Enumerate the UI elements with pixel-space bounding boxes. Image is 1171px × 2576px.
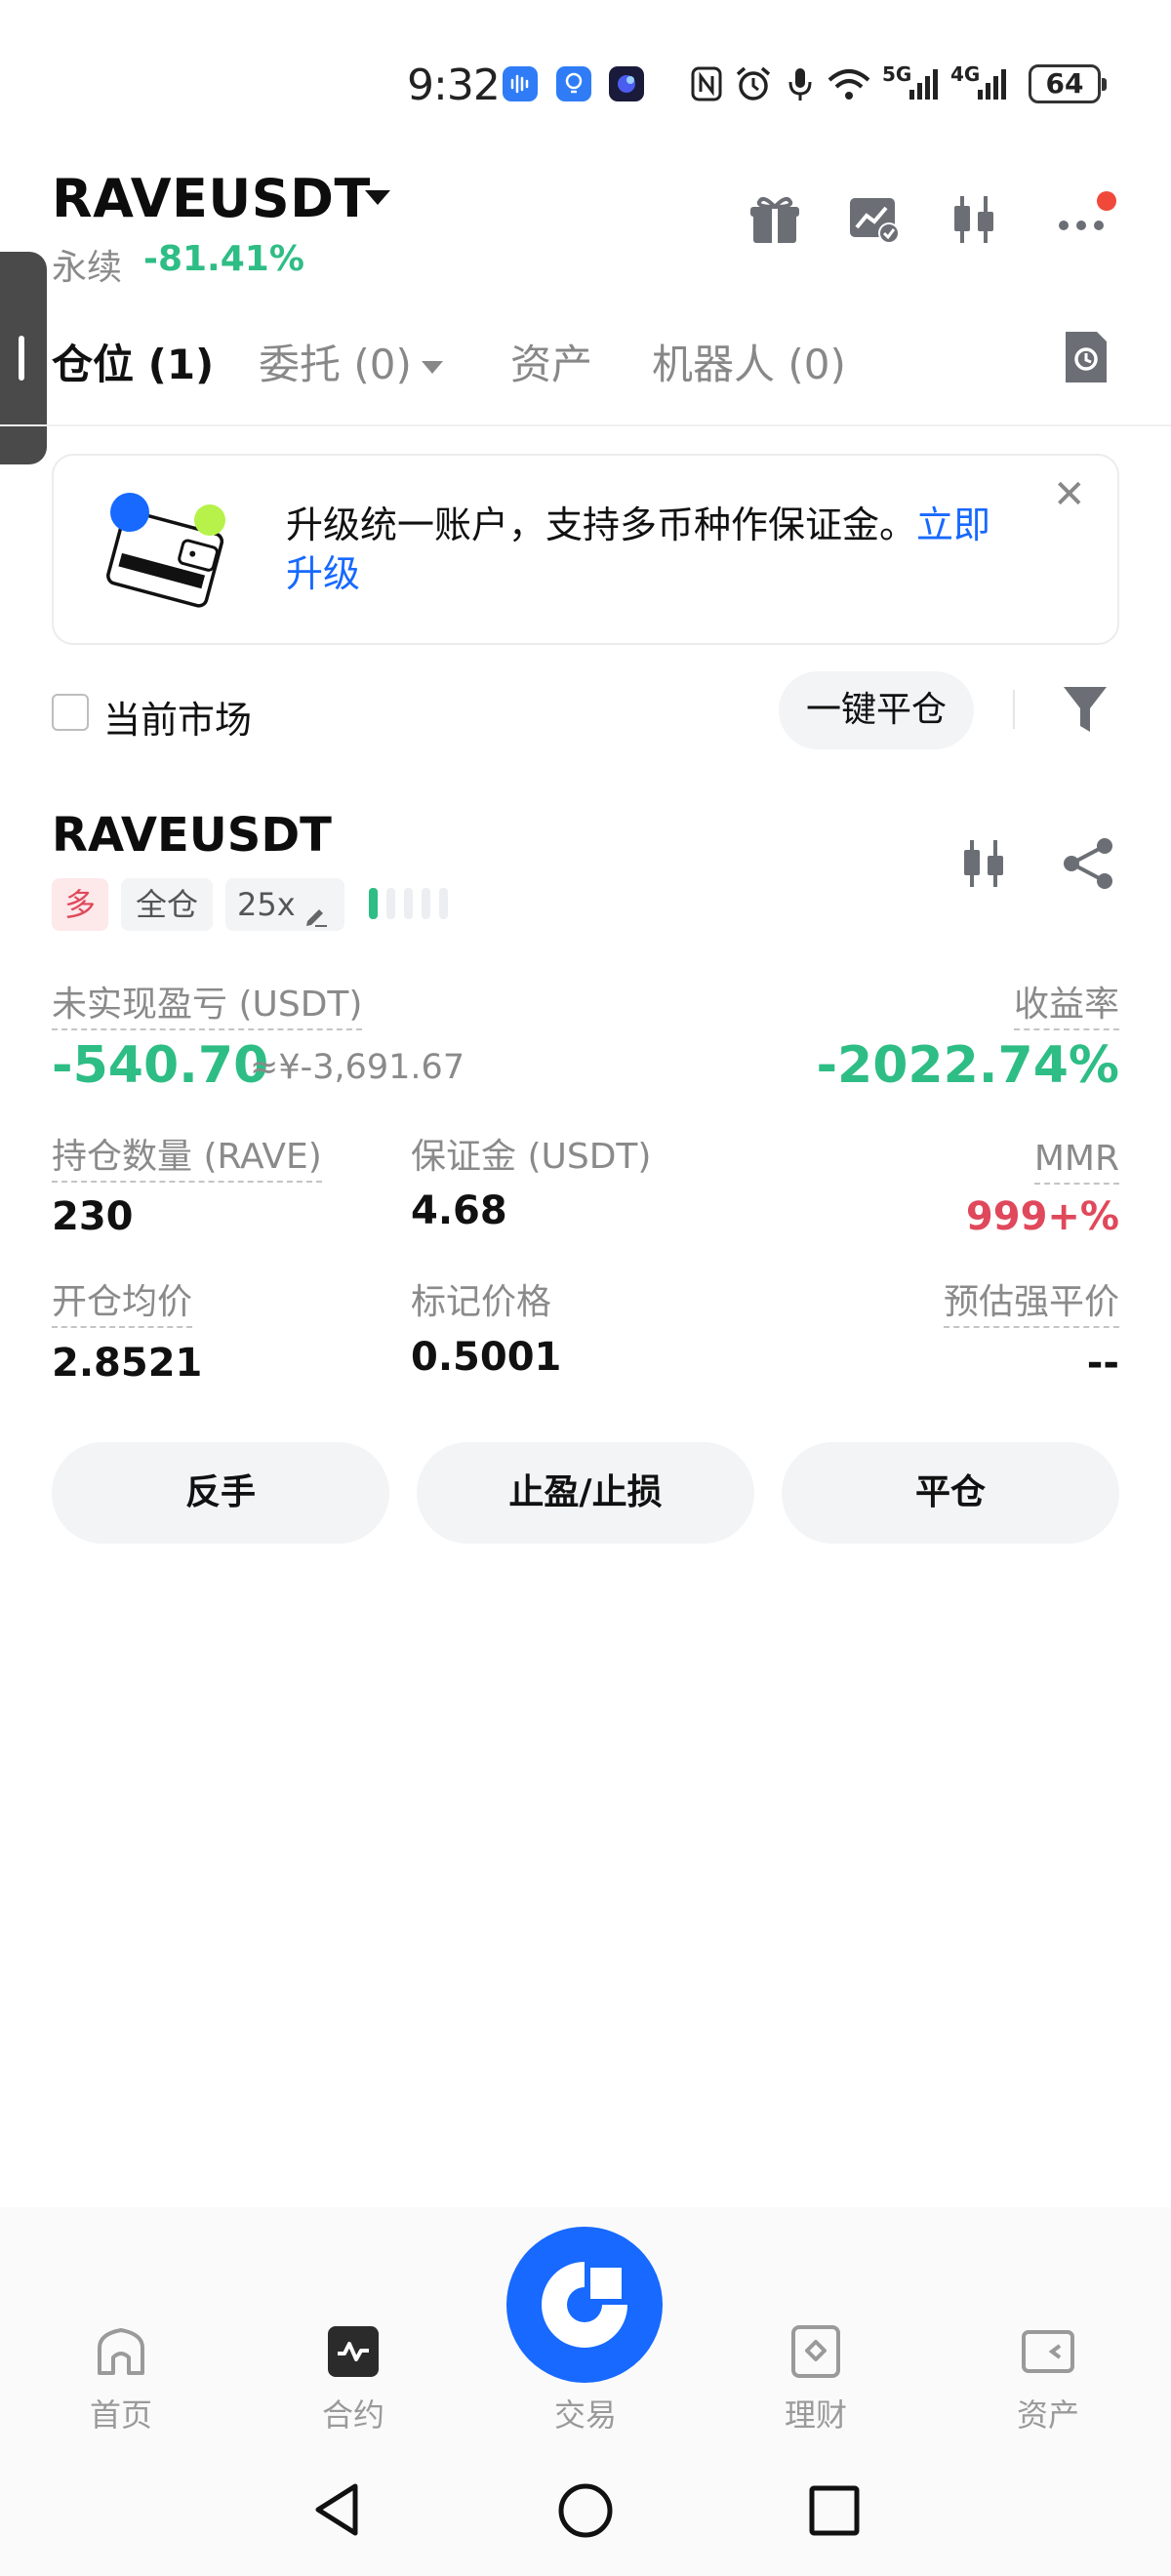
- tab-bots[interactable]: 机器人 (0): [652, 332, 846, 391]
- tab-orders[interactable]: 委托 (0): [259, 332, 443, 391]
- mark-price-label: 标记价格: [411, 1282, 552, 1322]
- notification-dot: [1097, 191, 1116, 211]
- tab-orders-label: 委托 (0): [259, 341, 412, 388]
- position-symbol[interactable]: RAVEUSDT: [52, 808, 332, 863]
- mmr-value: 999+%: [965, 1194, 1119, 1239]
- trade-button[interactable]: [506, 2227, 663, 2383]
- mark-price-value: 0.5001: [411, 1335, 562, 1380]
- upgrade-banner[interactable]: 升级统一账户，支持多币种作保证金。立即升级 ✕: [52, 454, 1119, 645]
- contract-type-label: 永续: [52, 248, 123, 288]
- system-navigation-bar: [0, 2439, 1171, 2576]
- entry-price-label[interactable]: 开仓均价: [52, 1281, 193, 1328]
- risk-level-segment: [369, 888, 378, 919]
- mmr-label[interactable]: MMR: [1033, 1138, 1119, 1185]
- liq-price-label[interactable]: 预估强平价: [943, 1281, 1119, 1328]
- candlestick-icon[interactable]: [945, 190, 1003, 249]
- gift-icon[interactable]: [746, 190, 804, 249]
- nfc-icon: [689, 64, 724, 112]
- leverage-value: 25x: [237, 886, 296, 923]
- status-bar: 9:32 5G 4G 64: [0, 0, 1171, 166]
- battery-indicator: 64: [1029, 64, 1107, 103]
- roe-value: -2022.74%: [816, 1036, 1119, 1095]
- position-size-value: 230: [52, 1194, 134, 1239]
- alarm-icon: [734, 64, 773, 112]
- symbol-dropdown-icon[interactable]: [365, 190, 390, 205]
- side-drawer-handle[interactable]: [0, 252, 47, 464]
- risk-level-segment: [439, 888, 448, 919]
- nav-earn-label[interactable]: 理财: [738, 2391, 894, 2435]
- recents-icon[interactable]: [808, 2484, 861, 2537]
- signal-bars-2-icon: [976, 64, 1009, 112]
- game-app-icon: [609, 66, 644, 101]
- tab-positions[interactable]: 仓位 (1): [52, 332, 214, 391]
- nav-assets-label[interactable]: 资产: [970, 2391, 1126, 2435]
- edit-pencil-icon: [303, 892, 329, 927]
- reverse-button[interactable]: 反手: [52, 1442, 389, 1544]
- unrealized-pnl-cny: ≈¥-3,691.67: [250, 1048, 465, 1087]
- signal-bars-icon: [908, 64, 941, 112]
- unrealized-pnl-label[interactable]: 未实现盈亏 (USDT): [52, 984, 363, 1030]
- side-badge: 多: [52, 878, 108, 931]
- wallet-icon[interactable]: [1021, 2324, 1075, 2379]
- voice-app-icon: [503, 66, 538, 101]
- history-doc-icon[interactable]: [1058, 328, 1112, 386]
- margin-label: 保证金 (USDT): [411, 1137, 652, 1177]
- trade-icon: [542, 2262, 627, 2348]
- close-position-button[interactable]: 平仓: [782, 1442, 1119, 1544]
- roe-label[interactable]: 收益率: [1013, 984, 1119, 1030]
- filter-icon[interactable]: [1062, 683, 1109, 736]
- nav-trade-label[interactable]: 交易: [507, 2391, 664, 2435]
- tab-divider: [0, 424, 1171, 426]
- current-market-checkbox[interactable]: [52, 694, 89, 731]
- margin-value: 4.68: [411, 1188, 507, 1233]
- tp-sl-button[interactable]: 止盈/止损: [417, 1442, 754, 1544]
- unrealized-pnl-value: -540.70: [52, 1036, 269, 1095]
- bulb-app-icon: [556, 66, 591, 101]
- candlestick-chart-icon[interactable]: [954, 834, 1013, 893]
- banner-message: 升级统一账户，支持多币种作保证金。立即升级: [286, 501, 1028, 598]
- nav-futures-label[interactable]: 合约: [275, 2391, 431, 2435]
- liq-price-value: --: [1086, 1341, 1119, 1386]
- share-icon[interactable]: [1060, 834, 1118, 893]
- wallet-illustration-icon: [89, 481, 245, 618]
- earn-icon[interactable]: [788, 2324, 843, 2379]
- home-icon[interactable]: [94, 2324, 148, 2379]
- position-size-label[interactable]: 持仓数量 (RAVE): [52, 1136, 322, 1183]
- risk-level-segment: [422, 888, 430, 919]
- entry-price-value: 2.8521: [52, 1341, 203, 1386]
- current-market-label: 当前市场: [103, 699, 253, 742]
- risk-level-segment: [404, 888, 413, 919]
- banner-text: 升级统一账户，支持多币种作保证金。: [286, 503, 917, 546]
- status-time: 9:32: [407, 60, 501, 110]
- divider: [1013, 690, 1015, 729]
- tab-orders-caret-icon: [421, 361, 443, 374]
- wifi-icon: [826, 64, 872, 112]
- mic-icon: [787, 64, 814, 112]
- chart-check-icon[interactable]: [845, 190, 904, 249]
- symbol-title[interactable]: RAVEUSDT: [52, 168, 371, 229]
- margin-mode-badge: 全仓: [121, 878, 213, 931]
- futures-icon[interactable]: [326, 2324, 381, 2379]
- close-all-button[interactable]: 一键平仓: [779, 671, 974, 749]
- price-change-pct: -81.41%: [143, 239, 304, 279]
- leverage-badge[interactable]: 25x: [225, 878, 344, 931]
- nav-home-label[interactable]: 首页: [43, 2391, 199, 2435]
- risk-level-segment: [386, 888, 395, 919]
- home-circle-icon[interactable]: [557, 2482, 614, 2539]
- close-icon[interactable]: ✕: [1053, 475, 1086, 514]
- tab-assets[interactable]: 资产: [510, 332, 592, 391]
- back-icon[interactable]: [310, 2480, 365, 2539]
